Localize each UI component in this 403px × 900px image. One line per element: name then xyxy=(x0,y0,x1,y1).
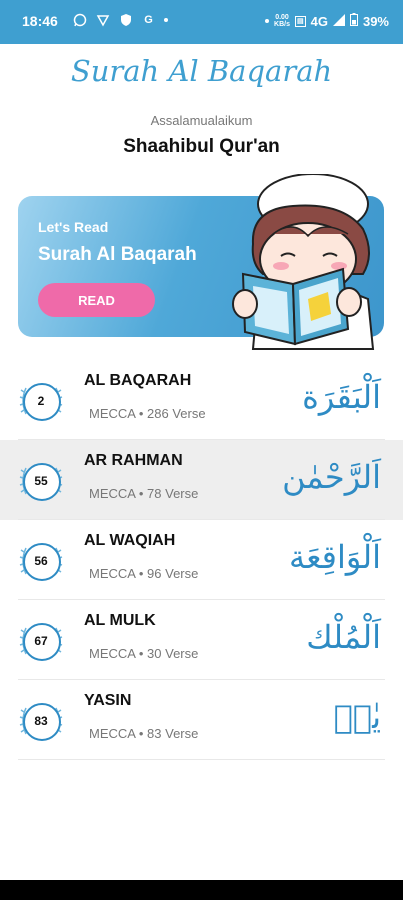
surah-meta: MECCA • 286 Verse xyxy=(89,406,206,421)
surah-arabic-name: اَلْمُلْك xyxy=(306,618,381,656)
surah-name: YASIN xyxy=(84,692,132,709)
meta-separator: • xyxy=(138,566,144,581)
surah-list-item[interactable]: 55 AR RAHMAN MECCA • 78 Verse اَلرَّحْمٰ… xyxy=(0,440,403,520)
battery-icon xyxy=(349,13,358,29)
meta-separator: • xyxy=(138,726,144,741)
surah-place: MECCA xyxy=(89,726,136,741)
battery-level: 39% xyxy=(362,13,389,29)
surah-meta: MECCA • 83 Verse xyxy=(89,726,198,741)
surah-number: 2 xyxy=(37,394,45,408)
surah-meta: MECCA • 78 Verse xyxy=(89,486,198,501)
app-title: Surah Al Baqarah xyxy=(70,54,333,88)
surah-list-item[interactable]: 56 AL WAQIAH MECCA • 96 Verse اَلْوَاقِع… xyxy=(0,520,403,600)
vpn-icon xyxy=(95,12,110,27)
surah-number: 67 xyxy=(34,634,48,648)
meta-separator: • xyxy=(138,646,144,661)
surah-list: 2 AL BAQARAH MECCA • 286 Verse اَلْبَقَر… xyxy=(0,360,403,760)
surah-number-badge: 2 xyxy=(18,378,64,424)
surah-name: AL BAQARAH xyxy=(84,372,192,389)
row-divider xyxy=(18,759,385,760)
surah-meta: MECCA • 96 Verse xyxy=(89,566,198,581)
surah-number: 83 xyxy=(34,714,48,728)
system-navigation-bar xyxy=(0,880,403,900)
surah-arabic-name: اَلْوَاقِعَة xyxy=(289,538,381,576)
boy-reading-illustration xyxy=(232,174,375,350)
status-time: 18:46 xyxy=(22,13,58,29)
status-dot xyxy=(265,19,270,23)
whatsapp-icon xyxy=(72,12,87,27)
status-bar: 18:46 G 0.00 KB/s ▤ 4G 39% xyxy=(0,0,403,44)
google-icon: G xyxy=(144,13,153,26)
meta-separator: • xyxy=(138,486,144,501)
system-status: 0.00 KB/s ▤ 4G 39% xyxy=(265,13,389,29)
surah-verses: 30 Verse xyxy=(147,646,199,661)
surah-arabic-name: اَلرَّحْمٰن xyxy=(282,458,381,496)
more-notifications-dot xyxy=(164,17,168,22)
shield-icon xyxy=(118,12,133,27)
surah-place: MECCA xyxy=(89,406,136,421)
surah-number: 56 xyxy=(34,554,48,568)
surah-name: AL MULK xyxy=(84,612,156,629)
surah-arabic-name: اَلْبَقَرَة xyxy=(302,378,381,416)
greeting-text: Assalamualaikum xyxy=(150,113,253,128)
surah-name: AL WAQIAH xyxy=(84,532,176,549)
banner-title: Surah Al Baqarah xyxy=(38,244,197,265)
surah-list-item[interactable]: 83 YASIN MECCA • 83 Verse يٰسۤ xyxy=(0,680,403,760)
surah-name: AR RAHMAN xyxy=(84,452,183,469)
surah-verses: 96 Verse xyxy=(147,566,199,581)
surah-place: MECCA xyxy=(89,646,136,661)
surah-place: MECCA xyxy=(89,486,136,501)
network-type: 4G xyxy=(310,13,328,29)
surah-verses: 78 Verse xyxy=(147,486,199,501)
meta-separator: • xyxy=(138,406,144,421)
surah-meta: MECCA • 30 Verse xyxy=(89,646,198,661)
read-banner: Let's Read Surah Al Baqarah READ xyxy=(18,174,384,350)
surah-list-item[interactable]: 2 AL BAQARAH MECCA • 286 Verse اَلْبَقَر… xyxy=(0,360,403,440)
surah-verses: 286 Verse xyxy=(147,406,206,421)
signal-icon xyxy=(332,13,345,29)
surah-place: MECCA xyxy=(89,566,136,581)
surah-verses: 83 Verse xyxy=(147,726,199,741)
banner-subtitle: Let's Read xyxy=(38,219,109,235)
surah-number-badge: 83 xyxy=(18,698,64,744)
surah-arabic-name: يٰسۤ xyxy=(333,698,381,736)
surah-number: 55 xyxy=(34,474,48,488)
user-name: Shaahibul Qur'an xyxy=(123,136,280,157)
surah-number-badge: 55 xyxy=(18,458,64,504)
notification-icons: G xyxy=(72,12,168,27)
surah-number-badge: 56 xyxy=(18,538,64,584)
surah-number-badge: 67 xyxy=(18,618,64,664)
sim-icon: ▤ xyxy=(295,15,306,27)
surah-list-item[interactable]: 67 AL MULK MECCA • 30 Verse اَلْمُلْك xyxy=(0,600,403,680)
network-speed: 0.00 KB/s xyxy=(274,14,290,28)
read-button[interactable]: READ xyxy=(38,283,155,317)
